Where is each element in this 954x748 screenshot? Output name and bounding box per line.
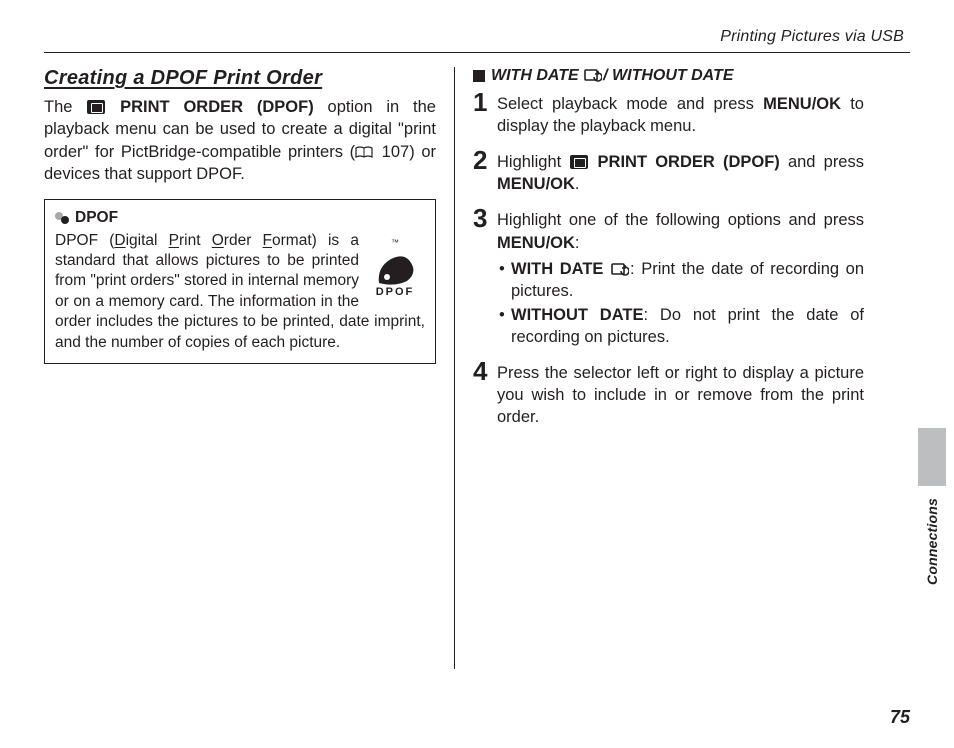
subheading-text: / WITHOUT DATE (603, 67, 733, 84)
page-number: 75 (890, 707, 910, 728)
dpof-letter: F (263, 232, 272, 249)
infobox-body: rder (224, 232, 263, 249)
print-order-icon (570, 155, 588, 169)
square-bullet-icon (473, 70, 485, 82)
print-order-icon (87, 100, 105, 114)
step-bold: PRINT ORDER (DPOF) (589, 153, 779, 171)
subheading-text: WITH DATE (491, 67, 583, 84)
step-text: and press (780, 153, 864, 171)
infobox-body: DPOF ( (55, 232, 114, 249)
step-list: Select playback mode and press MENU/OK t… (473, 93, 864, 428)
step-item: Highlight PRINT ORDER (DPOF) and press M… (473, 151, 864, 195)
step-item: Press the selector left or right to disp… (473, 362, 864, 428)
step-text: Highlight one of the following options a… (497, 211, 864, 229)
menu-ok-label: MENU/OK (497, 234, 575, 252)
step-text: Select playback mode and press (497, 95, 763, 113)
infobox-body: rint (179, 232, 212, 249)
content-columns: Creating a DPOF Print Order The PRINT OR… (44, 67, 910, 669)
section-heading: Creating a DPOF Print Order (44, 67, 436, 90)
dpof-letter: D (114, 232, 125, 249)
dpof-letter: P (169, 232, 179, 249)
step-text: Press the selector left or right to disp… (497, 364, 864, 426)
infobox-title: DPOF (75, 208, 118, 228)
section-side-label: Connections (924, 498, 940, 585)
page-ref-icon (355, 146, 373, 159)
option-title: WITHOUT DATE (511, 306, 644, 324)
trademark-symbol: ™ (391, 238, 399, 247)
intro-text: The (44, 98, 86, 116)
menu-ok-label: MENU/OK (763, 95, 841, 113)
running-header: Printing Pictures via USB (44, 28, 910, 46)
date-stamp-icon (611, 262, 629, 276)
step-text: . (575, 175, 580, 193)
option-list: WITH DATE : Print the date of recording … (497, 258, 864, 348)
header-rule (44, 52, 910, 53)
option-item: WITH DATE : Print the date of recording … (497, 258, 864, 302)
thumb-tab (918, 428, 946, 486)
dpof-logo-text: DPOF (365, 285, 425, 300)
dpof-infobox: DPOF ™ DPOF DPOF (Digital Print Order Fo… (44, 199, 436, 364)
intro-paragraph: The PRINT ORDER (DPOF) option in the pla… (44, 96, 436, 185)
manual-page: Printing Pictures via USB Creating a DPO… (0, 0, 954, 748)
step-item: Select playback mode and press MENU/OK t… (473, 93, 864, 137)
date-stamp-icon (584, 68, 602, 82)
right-column: WITH DATE / WITHOUT DATE Select playback… (454, 67, 864, 669)
subsection-heading: WITH DATE / WITHOUT DATE (473, 67, 864, 85)
note-icon (55, 212, 71, 224)
left-column: Creating a DPOF Print Order The PRINT OR… (44, 67, 454, 669)
step-text: Highlight (497, 153, 569, 171)
dpof-letter: O (212, 232, 224, 249)
step-text: : (575, 234, 580, 252)
step-item: Highlight one of the following options a… (473, 209, 864, 348)
menu-ok-label: MENU/OK (497, 175, 575, 193)
option-item: WITHOUT DATE: Do not print the date of r… (497, 304, 864, 348)
intro-bold: PRINT ORDER (DPOF) (106, 98, 313, 116)
infobox-body: igital (126, 232, 169, 249)
dpof-logo: ™ DPOF (365, 233, 425, 300)
option-title: WITH DATE (511, 260, 610, 278)
infobox-title-line: DPOF (55, 208, 425, 228)
